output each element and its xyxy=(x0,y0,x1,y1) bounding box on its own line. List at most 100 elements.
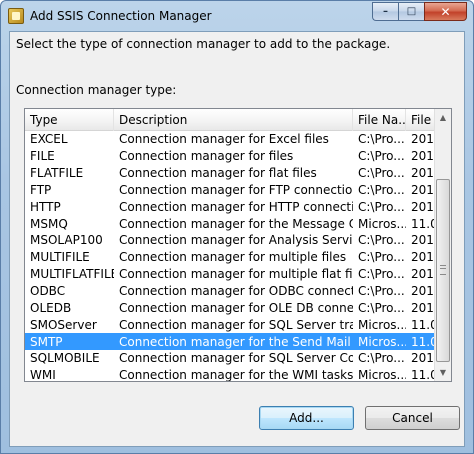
row-file-version-cell: 11.0.0... xyxy=(411,334,436,349)
row-file-name-cell: Micros... xyxy=(358,334,406,349)
row-file-name-cell: C:\Pro... xyxy=(358,300,405,315)
row-file-version-cell: 2011... xyxy=(411,351,436,366)
vertical-scrollbar[interactable]: ▲ ▼ xyxy=(434,109,451,381)
row-file-name-cell: C:\Pro... xyxy=(358,166,405,181)
row-description-cell: Connection manager for OLE DB connection… xyxy=(119,300,353,315)
list-item-odbc[interactable]: ODBC Connection manager for ODBC connecti… xyxy=(25,283,436,300)
row-description-cell: Connection manager for HTTP connections xyxy=(119,199,353,214)
list-item-file[interactable]: FILE Connection manager for files C:\Pro..… xyxy=(25,148,436,165)
close-button[interactable]: ✕ xyxy=(424,2,467,21)
row-description-cell: Connection manager for multiple flat fil… xyxy=(119,267,353,282)
row-description-cell: Connection manager for SQL Server transf… xyxy=(119,317,353,332)
row-file-name-cell: Micros... xyxy=(358,368,406,382)
list-item-msmq[interactable]: MSMQ Connection manager for the Message Q… xyxy=(25,215,436,232)
list-item-msolap100[interactable]: MSOLAP100 Connection manager for Analysis… xyxy=(25,232,436,249)
row-description-cell: Connection manager for flat files xyxy=(119,166,317,181)
column-header-type[interactable]: Type xyxy=(25,109,114,131)
row-file-name-cell: C:\Pro... xyxy=(358,233,405,248)
connection-type-label: Connection manager type: xyxy=(16,83,177,97)
connection-manager-list[interactable]: Type Description File Na... File V... EX… xyxy=(24,108,452,382)
list-item-ftp[interactable]: FTP Connection manager for FTP connection… xyxy=(25,182,436,199)
row-file-version-cell: 2011... xyxy=(411,267,436,282)
scroll-down-button[interactable]: ▼ xyxy=(435,364,451,381)
row-type-cell: FLATFILE xyxy=(30,166,84,181)
row-description-cell: Connection manager for files xyxy=(119,149,294,164)
row-file-version-cell: 2011... xyxy=(411,166,436,181)
row-file-name-cell: C:\Pro... xyxy=(358,149,405,164)
caption-buttons: – □ ✕ xyxy=(372,2,467,21)
list-item-sqlmobile[interactable]: SQLMOBILE Connection manager for SQL Serv… xyxy=(25,350,436,367)
row-file-name-cell: C:\Pro... xyxy=(358,250,405,265)
add-button[interactable]: Add... xyxy=(259,406,354,430)
list-item-smoserver[interactable]: SMOServer Connection manager for SQL Serv… xyxy=(25,316,436,333)
cancel-button[interactable]: Cancel xyxy=(365,406,460,430)
maximize-icon: □ xyxy=(406,6,417,17)
list-item-flatfile[interactable]: FLATFILE Connection manager for flat file… xyxy=(25,165,436,182)
row-type-cell: MULTIFILE xyxy=(30,250,90,265)
row-description-cell: Connection manager for Excel files xyxy=(119,132,329,147)
row-type-cell: SMTP xyxy=(30,334,63,349)
column-header-file-name[interactable]: File Na... xyxy=(353,109,406,131)
row-type-cell: SQLMOBILE xyxy=(30,351,100,366)
row-type-cell: EXCEL xyxy=(30,132,68,147)
row-type-cell: MSMQ xyxy=(30,216,68,231)
row-file-name-cell: C:\Pro... xyxy=(358,284,405,299)
arrow-up-icon: ▲ xyxy=(439,113,447,122)
row-file-name-cell: Micros... xyxy=(358,216,406,231)
row-type-cell: HTTP xyxy=(30,199,61,214)
row-file-name-cell: C:\Pro... xyxy=(358,132,405,147)
row-file-name-cell: C:\Pro... xyxy=(358,199,405,214)
window-title: Add SSIS Connection Manager xyxy=(30,9,212,23)
row-description-cell: Connection manager for the Send Mail tas… xyxy=(119,334,353,349)
row-file-version-cell: 11.0.0... xyxy=(411,216,436,231)
list-header: Type Description File Na... File V... xyxy=(25,109,436,131)
minimize-button[interactable]: – xyxy=(372,2,398,21)
list-item-smtp[interactable]: SMTP Connection manager for the Send Mail… xyxy=(25,333,436,350)
column-header-file-version[interactable]: File V... xyxy=(406,109,436,131)
row-file-version-cell: 2011... xyxy=(411,250,436,265)
row-file-version-cell: 11.0.0... xyxy=(411,317,436,332)
row-file-name-cell: C:\Pro... xyxy=(358,351,405,366)
list-item-multiflatfile[interactable]: MULTIFLATFILE Connection manager for mult… xyxy=(25,266,436,283)
row-file-name-cell: C:\Pro... xyxy=(358,267,405,282)
row-type-cell: ODBC xyxy=(30,284,66,299)
list-item-oledb[interactable]: OLEDB Connection manager for OLE DB conne… xyxy=(25,299,436,316)
row-type-cell: WMI xyxy=(30,368,56,382)
row-type-cell: SMOServer xyxy=(30,317,97,332)
row-description-cell: Connection manager for Analysis Services… xyxy=(119,233,353,248)
row-description-cell: Connection manager for multiple files xyxy=(119,250,347,265)
row-description-cell: Connection manager for ODBC connections xyxy=(119,284,353,299)
ssis-app-icon xyxy=(8,8,24,24)
row-description-cell: Connection manager for the Message Queue… xyxy=(119,216,353,231)
row-file-version-cell: 2011... xyxy=(411,300,436,315)
row-file-name-cell: Micros... xyxy=(358,317,406,332)
row-description-cell: Connection manager for SQL Server Compac… xyxy=(119,351,353,366)
row-file-version-cell: 2011... xyxy=(411,132,436,147)
row-type-cell: FTP xyxy=(30,182,52,197)
list-item-http[interactable]: HTTP Connection manager for HTTP connecti… xyxy=(25,198,436,215)
row-type-cell: MULTIFLATFILE xyxy=(30,267,114,282)
row-type-cell: OLEDB xyxy=(30,300,72,315)
row-type-cell: FILE xyxy=(30,149,55,164)
row-file-version-cell: 2011... xyxy=(411,182,436,197)
row-description-cell: Connection manager for FTP connections xyxy=(119,182,353,197)
row-type-cell: MSOLAP100 xyxy=(30,233,103,248)
scroll-up-button[interactable]: ▲ xyxy=(435,109,451,126)
arrow-down-icon: ▼ xyxy=(439,368,447,377)
list-item-excel[interactable]: EXCEL Connection manager for Excel files C… xyxy=(25,131,436,148)
row-file-version-cell: 2011... xyxy=(411,284,436,299)
row-file-version-cell: 2011... xyxy=(411,233,436,248)
row-file-version-cell: 2011... xyxy=(411,199,436,214)
title-bar[interactable]: Add SSIS Connection Manager – □ ✕ xyxy=(1,1,473,31)
minimize-icon: – xyxy=(383,6,388,17)
list-item-wmi[interactable]: WMI Connection manager for the WMI tasks M… xyxy=(25,367,436,382)
row-description-cell: Connection manager for the WMI tasks xyxy=(119,368,353,382)
instruction-text: Select the type of connection manager to… xyxy=(16,37,391,51)
close-icon: ✕ xyxy=(440,4,451,19)
scrollbar-thumb[interactable] xyxy=(436,179,450,362)
maximize-button[interactable]: □ xyxy=(398,2,424,21)
list-rows: EXCEL Connection manager for Excel files C… xyxy=(25,131,436,382)
column-header-description[interactable]: Description xyxy=(114,109,353,131)
row-file-version-cell: 2011... xyxy=(411,149,436,164)
list-item-multifile[interactable]: MULTIFILE Connection manager for multiple… xyxy=(25,249,436,266)
